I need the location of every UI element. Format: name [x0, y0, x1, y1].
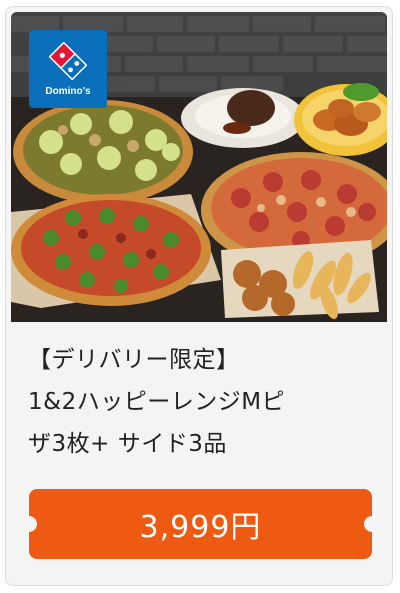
- side-dishes: [221, 240, 379, 320]
- product-title: 【デリバリー限定】 1&2ハッピーレンジMピ ザ3枚+ サイド3品: [28, 339, 378, 465]
- logo-text: Domino's: [45, 85, 91, 97]
- domino-tile-icon: [49, 41, 87, 80]
- chocolate-lava-cake: [181, 88, 305, 148]
- title-line-3: ザ3枚+ サイド3品: [28, 431, 227, 457]
- title-line-2: 1&2ハッピーレンジMピ: [28, 389, 286, 415]
- ticket-notch-left: [21, 516, 37, 532]
- price-label: 3,999円: [139, 510, 262, 545]
- product-photo: Domino's: [11, 12, 387, 322]
- dominos-logo: Domino's: [29, 30, 107, 108]
- coupon-card[interactable]: Domino's 【デリバリー限定】 1&2ハッピーレンジMピ ザ3枚+ サイド…: [5, 6, 393, 586]
- title-line-1: 【デリバリー限定】: [28, 347, 240, 373]
- price-button[interactable]: 3,999円: [21, 489, 380, 559]
- ticket-notch-right: [364, 516, 380, 532]
- pizza-top-left: [13, 100, 193, 204]
